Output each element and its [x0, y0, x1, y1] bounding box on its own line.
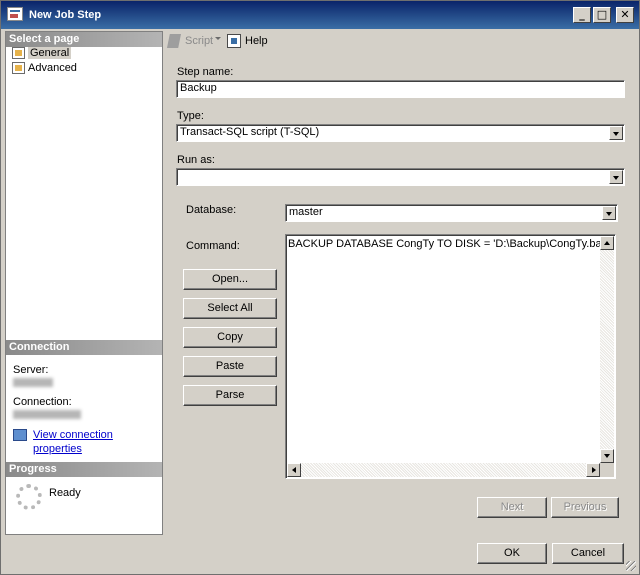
title-bar: New Job Step _ □ ✕ [1, 1, 639, 29]
help-icon [227, 34, 241, 48]
command-label: Command: [186, 240, 240, 252]
chevron-down-icon[interactable] [602, 206, 616, 220]
script-label: Script [185, 35, 214, 47]
help-button[interactable]: Help [227, 34, 268, 48]
database-select[interactable]: master [285, 204, 618, 222]
script-button[interactable]: Script [167, 34, 213, 48]
horizontal-scrollbar[interactable] [287, 463, 600, 477]
step-name-input[interactable]: Backup [176, 80, 625, 98]
window-title: New Job Step [29, 9, 102, 21]
database-label: Database: [186, 204, 237, 216]
connection-header: Connection [6, 340, 162, 355]
scrollbar-corner [600, 463, 614, 477]
script-icon [167, 34, 181, 48]
maximize-button[interactable]: □ [593, 7, 611, 23]
type-label: Type: [177, 110, 204, 122]
scroll-right-icon[interactable] [586, 463, 600, 477]
sidebar-item-general[interactable]: General [10, 46, 72, 60]
minimize-button[interactable]: _ [573, 7, 591, 23]
step-name-label: Step name: [177, 66, 234, 78]
command-text: BACKUP DATABASE CongTy TO DISK = 'D:\Bac… [288, 238, 610, 250]
copy-button[interactable]: Copy [183, 327, 277, 348]
sidebar-item-advanced[interactable]: Advanced [10, 61, 77, 75]
server-value-redacted [13, 378, 53, 387]
left-pane: Select a page General Advanced Connectio… [5, 31, 163, 535]
database-value: master [289, 206, 323, 218]
job-step-dialog: New Job Step _ □ ✕ Select a page General… [0, 0, 640, 575]
resize-grip-icon[interactable] [626, 561, 636, 571]
select-all-button[interactable]: Select All [183, 298, 277, 319]
view-connection-properties-link[interactable]: View connection properties [13, 428, 162, 456]
cancel-button[interactable]: Cancel [552, 543, 624, 564]
sidebar-item-label: General [28, 47, 72, 59]
script-dropdown-arrow-icon[interactable] [215, 37, 221, 40]
chevron-down-icon[interactable] [609, 170, 623, 184]
next-button[interactable]: Next [477, 497, 547, 518]
type-value: Transact-SQL script (T-SQL) [180, 126, 320, 138]
ok-button[interactable]: OK [477, 543, 547, 564]
previous-button[interactable]: Previous [551, 497, 619, 518]
select-page-header: Select a page [6, 32, 162, 47]
connection-value-redacted [13, 410, 81, 419]
close-button[interactable]: ✕ [616, 7, 634, 23]
server-label: Server: [13, 364, 49, 376]
chevron-down-icon[interactable] [609, 126, 623, 140]
open-button[interactable]: Open... [183, 269, 277, 290]
page-icon [12, 47, 25, 59]
scroll-down-icon[interactable] [600, 449, 614, 463]
progress-header: Progress [6, 462, 162, 477]
parse-button[interactable]: Parse [183, 385, 277, 406]
vertical-scrollbar[interactable] [600, 236, 614, 463]
paste-button[interactable]: Paste [183, 356, 277, 377]
help-label: Help [245, 35, 268, 47]
view-connection-properties-label: View connection properties [33, 429, 113, 455]
command-textarea[interactable]: BACKUP DATABASE CongTy TO DISK = 'D:\Bac… [285, 234, 616, 479]
sidebar-item-label: Advanced [28, 62, 77, 74]
run-as-select[interactable] [176, 168, 625, 186]
toolbar: Script Help [165, 31, 635, 51]
scroll-left-icon[interactable] [287, 463, 301, 477]
type-select[interactable]: Transact-SQL script (T-SQL) [176, 124, 625, 142]
progress-status: Ready [49, 487, 81, 499]
connection-properties-icon [13, 429, 27, 441]
window-icon [7, 7, 23, 21]
run-as-label: Run as: [177, 154, 215, 166]
connection-label: Connection: [13, 396, 72, 408]
scroll-up-icon[interactable] [600, 236, 614, 250]
page-icon [12, 62, 25, 74]
progress-spinner-icon [16, 484, 42, 510]
